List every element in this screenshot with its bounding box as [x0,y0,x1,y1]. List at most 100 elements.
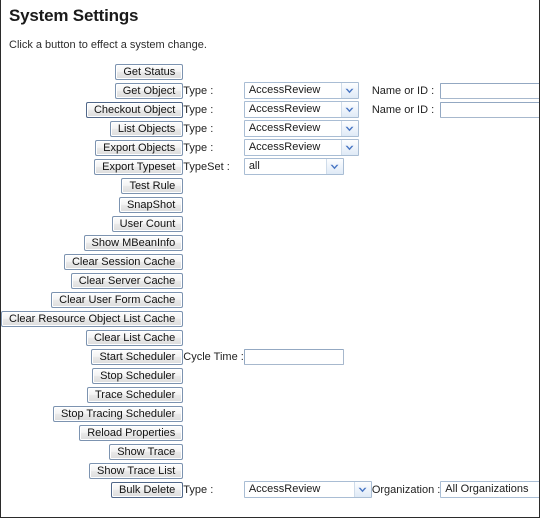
get-status-button[interactable]: Get Status [115,63,184,80]
empty-label-cell [183,442,244,461]
export-objects-button[interactable]: Export Objects [95,139,184,156]
stop-tracing-scheduler-button[interactable]: Stop Tracing Scheduler [52,405,184,422]
show-mbeaninfo-button[interactable]: Show MBeanInfo [83,234,184,251]
type-label: Type : [183,84,214,97]
show-trace-button[interactable]: Show Trace [109,443,184,460]
type-select-cell: AccessReview [243,119,372,138]
chevron-down-icon[interactable] [340,121,358,136]
export-typeset-typeset-select[interactable]: all [243,158,344,175]
empty-label-cell [183,385,244,404]
empty-control-cell [244,252,372,271]
type-label-cell: Type : [183,480,244,499]
snapshot-button[interactable]: SnapShot [118,196,184,213]
name-or-id-label-cell: Name or ID : [372,81,440,100]
trace-scheduler-button[interactable]: Trace Scheduler [86,386,184,403]
empty-control-cell-2 [440,119,539,138]
button-cell: Clear List Cache [1,328,184,347]
get-object-name-or-id-input[interactable] [440,82,539,99]
button-cell: List Objects [1,119,184,138]
clear-server-cache-button[interactable]: Clear Server Cache [70,272,184,289]
start-scheduler-button[interactable]: Start Scheduler [91,348,184,365]
empty-control-cell-2 [440,385,539,404]
stop-scheduler-button[interactable]: Stop Scheduler [92,367,184,384]
type-label: Type : [183,103,214,116]
clear-resource-object-list-cache-button[interactable]: Clear Resource Object List Cache [1,310,184,327]
page-title: System Settings [9,6,139,25]
checkout-object-name-or-id-input[interactable] [440,101,539,118]
chevron-down-icon[interactable] [353,482,371,497]
empty-label-cell [183,309,244,328]
clear-list-cache-button[interactable]: Clear List Cache [85,329,184,346]
button-cell: Bulk Delete [1,480,184,499]
empty-control-cell [244,328,372,347]
type-label-cell: Type : [183,138,244,157]
empty-label-cell [183,290,244,309]
bulk-delete-type-select[interactable]: AccessReview [243,481,372,498]
button-cell: Show Trace [1,442,184,461]
clear-user-form-cache-button[interactable]: Clear User Form Cache [51,291,184,308]
settings-row-clear-list-cache: Clear List Cache [1,328,539,347]
empty-control-cell-2 [440,461,539,480]
chevron-down-icon[interactable] [340,102,358,117]
list-objects-button[interactable]: List Objects [109,120,184,137]
empty-control-cell-2 [440,176,539,195]
get-object-type-select[interactable]: AccessReview [243,82,359,99]
empty-label-cell [183,423,244,442]
settings-row-clear-resource-object-list-cache: Clear Resource Object List Cache [1,309,539,328]
typeset-select-cell: all [243,157,372,176]
empty-control-cell-2 [440,290,539,309]
settings-row-test-rule: Test Rule [1,176,539,195]
chevron-down-icon[interactable] [325,159,343,174]
empty-control-cell [244,309,372,328]
empty-label-cell-2 [372,119,440,138]
name-or-id-label: Name or ID : [371,103,435,116]
reload-properties-button[interactable]: Reload Properties [79,424,184,441]
empty-control-cell-2 [440,423,539,442]
export-typeset-button[interactable]: Export Typeset [94,158,184,175]
settings-row-clear-user-form-cache: Clear User Form Cache [1,290,539,309]
bulk-delete-organization-select-value: All Organizations [445,483,529,495]
cycle-time-input[interactable] [243,348,344,365]
button-cell: Stop Tracing Scheduler [1,404,184,423]
checkout-object-button[interactable]: Checkout Object [85,101,184,118]
list-objects-type-select[interactable]: AccessReview [243,120,359,137]
button-cell: SnapShot [1,195,184,214]
user-count-button[interactable]: User Count [111,215,184,232]
empty-label-cell-2 [372,442,440,461]
empty-label-cell [183,62,244,81]
checkout-object-type-select[interactable]: AccessReview [243,101,359,118]
settings-action-table: Get Status Get Object Type : AccessReview Na… [1,62,539,499]
show-trace-list-button[interactable]: Show Trace List [89,462,184,479]
clear-session-cache-button[interactable]: Clear Session Cache [63,253,184,270]
empty-label-cell [183,404,244,423]
get-object-button[interactable]: Get Object [114,82,184,99]
empty-label-cell-2 [372,138,440,157]
button-cell: Get Object [1,81,184,100]
empty-label-cell-2 [372,347,440,366]
button-cell: Show Trace List [1,461,184,480]
empty-label-cell [183,176,244,195]
bulk-delete-organization-select[interactable]: All Organizations [440,481,539,498]
empty-label-cell-2 [372,309,440,328]
empty-control-cell-2 [440,233,539,252]
empty-control-cell [244,290,372,309]
test-rule-button[interactable]: Test Rule [121,177,184,194]
cycle-time-label: Cycle Time : [183,350,244,363]
organization-select-cell: All Organizations [440,480,539,499]
empty-control-cell [244,176,372,195]
empty-control-cell [244,214,372,233]
chevron-down-icon[interactable] [340,83,358,98]
chevron-down-icon[interactable] [340,140,358,155]
empty-label-cell [183,461,244,480]
button-cell: Export Objects [1,138,184,157]
empty-label-cell [183,233,244,252]
type-label-cell: Type : [183,119,244,138]
export-objects-type-select[interactable]: AccessReview [243,139,359,156]
bulk-delete-button[interactable]: Bulk Delete [111,481,184,498]
empty-label-cell-2 [372,195,440,214]
settings-row-show-trace-list: Show Trace List [1,461,539,480]
button-cell: Clear Resource Object List Cache [1,309,184,328]
cycle-time-label-cell: Cycle Time : [183,347,244,366]
empty-label-cell-2 [372,366,440,385]
settings-row-get-status: Get Status [1,62,539,81]
